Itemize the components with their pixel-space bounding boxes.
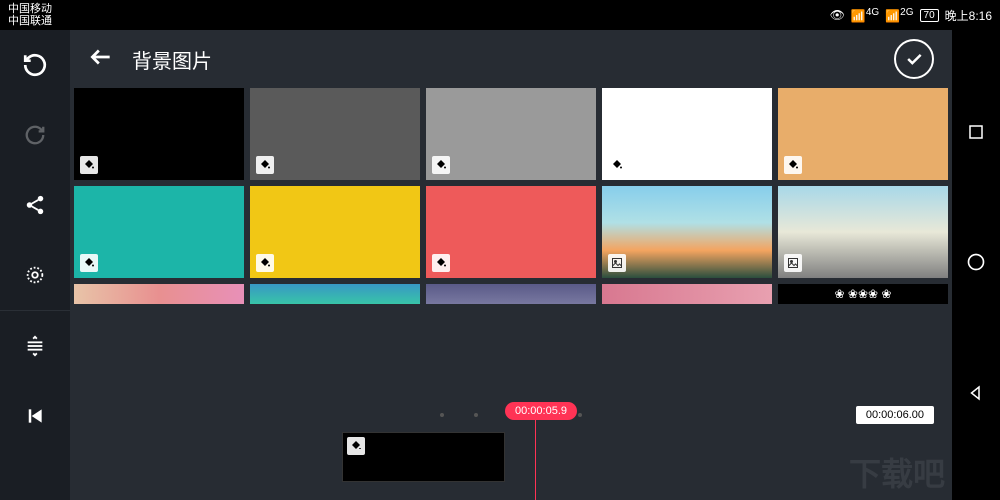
- fill-icon: [347, 437, 365, 455]
- bg-tile-13[interactable]: [602, 284, 772, 304]
- image-icon: [784, 254, 802, 272]
- bg-tile-10[interactable]: [74, 284, 244, 304]
- bg-tile-7[interactable]: [426, 186, 596, 278]
- redo-button[interactable]: [0, 100, 70, 170]
- header: 背景图片: [70, 30, 952, 88]
- playhead-line: [535, 415, 536, 500]
- bg-tile-1[interactable]: [250, 88, 420, 180]
- timeline-ruler[interactable]: 4 00:00:05.9 00:00:06.00: [70, 400, 952, 430]
- ruler-tick: [578, 413, 582, 417]
- bg-tile-0[interactable]: [74, 88, 244, 180]
- share-button[interactable]: [0, 170, 70, 240]
- page-title: 背景图片: [132, 45, 894, 74]
- skip-to-start-button[interactable]: [0, 381, 70, 451]
- bg-tile-5[interactable]: [74, 186, 244, 278]
- nav-home-button[interactable]: [966, 252, 986, 277]
- bg-tile-8[interactable]: [602, 186, 772, 278]
- fill-icon: [784, 156, 802, 174]
- bg-tile-11[interactable]: [250, 284, 420, 304]
- android-nav-bar: [952, 30, 1000, 500]
- carrier-1: 中国移动: [8, 3, 52, 15]
- background-grid: ❀ ❀❀❀ ❀: [74, 88, 948, 304]
- back-button[interactable]: [88, 44, 114, 75]
- fill-icon: [256, 254, 274, 272]
- signal-2g: 📶2G: [885, 7, 913, 23]
- fill-icon: [432, 254, 450, 272]
- fill-icon: [608, 156, 626, 174]
- settings-button[interactable]: [0, 240, 70, 310]
- left-sidebar: [0, 30, 70, 500]
- bg-tile-6[interactable]: [250, 186, 420, 278]
- fill-icon: [80, 156, 98, 174]
- timeline-track[interactable]: [70, 430, 952, 500]
- timeline-expand-button[interactable]: [0, 311, 70, 381]
- fill-icon: [432, 156, 450, 174]
- confirm-button[interactable]: [894, 39, 934, 79]
- undo-button[interactable]: [0, 30, 70, 100]
- bg-tile-2[interactable]: [426, 88, 596, 180]
- signal-4g: 📶4G: [851, 7, 879, 23]
- playhead-time: 00:00:05.9: [505, 402, 577, 420]
- bg-tile-12[interactable]: [426, 284, 596, 304]
- battery-level: 70: [920, 9, 939, 22]
- bg-tile-3[interactable]: [602, 88, 772, 180]
- playhead[interactable]: 00:00:05.9: [505, 402, 577, 420]
- bg-tile-9[interactable]: [778, 186, 948, 278]
- carrier-2: 中国联通: [8, 15, 52, 27]
- clock: 晚上8:16: [945, 7, 992, 24]
- fill-icon: [256, 156, 274, 174]
- ruler-tick: [474, 413, 478, 417]
- timeline-clip[interactable]: [342, 432, 505, 482]
- bg-tile-14[interactable]: ❀ ❀❀❀ ❀: [778, 284, 948, 304]
- bg-tile-4[interactable]: [778, 88, 948, 180]
- image-icon: [608, 254, 626, 272]
- status-bar: 中国移动 中国联通 👁 📶4G 📶2G 70 晚上8:16: [0, 0, 1000, 30]
- nav-recent-button[interactable]: [967, 123, 985, 146]
- nav-back-button[interactable]: [967, 384, 985, 407]
- fill-icon: [80, 254, 98, 272]
- total-duration: 00:00:06.00: [856, 406, 934, 424]
- eye-icon: 👁: [830, 8, 845, 22]
- ruler-tick: [440, 413, 444, 417]
